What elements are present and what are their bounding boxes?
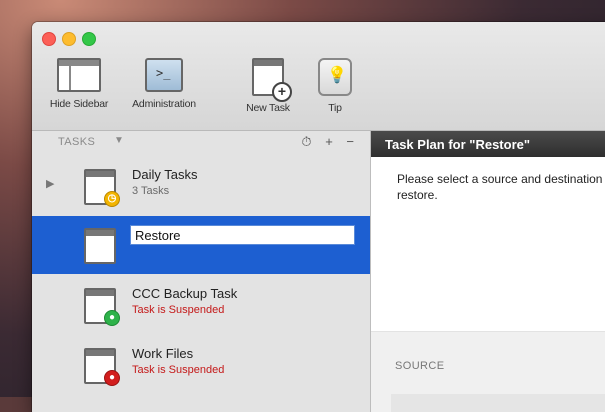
task-plan-panel: Task Plan for "Restore" Please select a … [371,131,605,412]
app-window: Hide Sidebar >_ Administration + New Tas… [32,22,605,412]
error-badge-icon: ● [104,370,120,386]
disclosure-triangle-icon[interactable]: ▶ [46,177,54,190]
minimize-window-button[interactable] [62,32,76,46]
tip-button[interactable]: 💡 Tip [310,58,360,114]
task-item-daily-tasks[interactable]: ▶ ◷ Daily Tasks 3 Tasks [32,157,370,215]
administration-button[interactable]: >_ Administration [120,58,208,110]
close-window-button[interactable] [42,32,56,46]
task-item-ccc-backup[interactable]: ● CCC Backup Task Task is Suspended [32,276,370,334]
task-name: Daily Tasks [132,167,198,182]
zoom-window-button[interactable] [82,32,96,46]
task-plan-title: Task Plan for "Restore" [385,137,531,152]
new-task-label: New Task [246,102,290,114]
sidebar-tools: ⏱ + − [291,134,354,150]
status-badge-icon: ● [104,310,120,326]
schedule-icon[interactable]: ⏱ [301,134,311,149]
sidebar: TASKS ▼ ⏱ + − ▶ ◷ Daily Tasks 3 Tasks Re… [32,131,371,412]
administration-label: Administration [132,98,196,110]
tip-label: Tip [328,102,342,114]
administration-icon: >_ [145,58,183,92]
task-plan-header: Task Plan for "Restore" [371,131,605,157]
sidebar-icon [57,58,101,92]
toolbar: Hide Sidebar >_ Administration + New Tas… [32,22,605,131]
sidebar-header-label[interactable]: TASKS [58,136,95,148]
task-name: CCC Backup Task [132,286,238,301]
hide-sidebar-label: Hide Sidebar [49,98,109,110]
task-plan-message: Please select a source and destination t… [397,172,605,202]
task-icon [84,228,116,264]
add-task-button[interactable]: + [325,134,333,149]
task-name: Work Files [132,346,194,361]
task-status: 3 Tasks [132,185,170,197]
task-status: Task is Suspended [132,364,225,376]
hide-sidebar-button[interactable]: Hide Sidebar [44,58,114,110]
remove-task-button[interactable]: − [346,134,354,149]
schedule-badge-icon: ◷ [104,191,120,207]
task-item-work-files[interactable]: ● Work Files Task is Suspended [32,336,370,394]
sidebar-header: TASKS ▼ ⏱ + − [32,131,370,155]
task-item-restore[interactable]: Restore [32,216,370,274]
source-label: SOURCE [395,360,445,372]
lightbulb-icon: 💡 [318,58,352,96]
source-section: SOURCE [371,332,605,412]
new-task-button[interactable]: + New Task [228,58,308,114]
chevron-down-icon[interactable]: ▼ [114,135,124,146]
task-name-field[interactable]: Restore [130,225,355,245]
new-task-icon: + [252,58,292,102]
task-status: Task is Suspended [132,304,225,316]
